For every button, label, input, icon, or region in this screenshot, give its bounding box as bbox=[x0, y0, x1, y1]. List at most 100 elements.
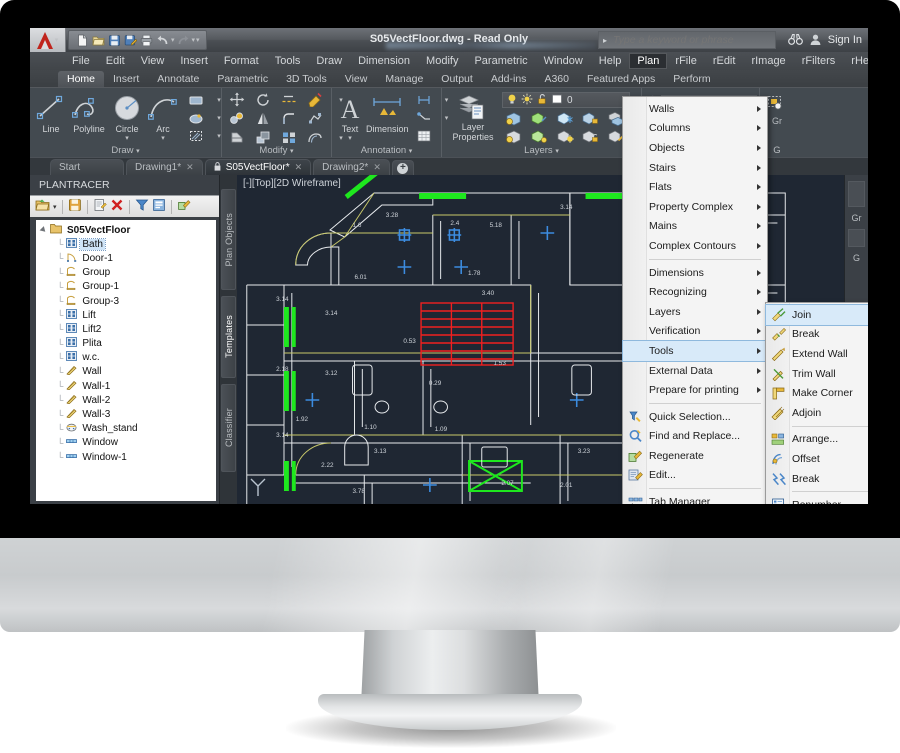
sun-icon[interactable] bbox=[521, 93, 533, 108]
layer-freeze-icon[interactable] bbox=[554, 110, 576, 127]
menu-dimension[interactable]: Dimension bbox=[350, 53, 418, 69]
scale-icon[interactable] bbox=[252, 129, 274, 146]
rotate-icon[interactable] bbox=[252, 91, 274, 108]
draw-panel-title[interactable]: Draw ▾ bbox=[30, 145, 221, 156]
application-menu-button[interactable]: ▾ bbox=[30, 28, 66, 52]
tree-item-lift2[interactable]: └ Lift2 bbox=[39, 322, 216, 336]
plan-menu-item-prepare-for-printing[interactable]: Prepare for printing bbox=[623, 380, 767, 400]
modify-panel-expand-icon[interactable]: ▾ bbox=[290, 148, 294, 155]
dimension-button[interactable]: Dimension bbox=[366, 91, 409, 145]
tools-menu-item-arrange[interactable]: Arrange... bbox=[766, 430, 868, 450]
tree-item-wall-3[interactable]: └ Wall-3 bbox=[39, 407, 216, 421]
side-tab-classifier[interactable]: Classifier bbox=[221, 383, 236, 472]
layer-isolate-icon[interactable] bbox=[528, 110, 550, 127]
tools-menu-item-make-corner[interactable]: Make Corner bbox=[766, 383, 868, 403]
open-folder-icon[interactable] bbox=[35, 198, 50, 215]
ribbon-tab-add-ins[interactable]: Add-ins bbox=[482, 71, 536, 87]
plan-menu-item-verification[interactable]: Verification bbox=[623, 322, 767, 342]
delete-icon[interactable] bbox=[110, 198, 124, 215]
new-item-icon[interactable] bbox=[93, 198, 107, 215]
plan-menu-item-find-and-replace[interactable]: Find and Replace... bbox=[623, 427, 767, 447]
ellipse-icon[interactable] bbox=[185, 109, 207, 126]
tree-item-door-1[interactable]: └ Door-1 bbox=[39, 251, 216, 265]
tree-item-wall[interactable]: └ Wall bbox=[39, 365, 216, 379]
search-box[interactable]: ▸ bbox=[598, 31, 776, 49]
menu-tools[interactable]: Tools bbox=[267, 53, 309, 69]
layer-on-icon[interactable] bbox=[502, 128, 524, 145]
ribbon-tab-annotate[interactable]: Annotate bbox=[148, 71, 208, 87]
tools-menu-item-break[interactable]: Break bbox=[766, 325, 868, 345]
menu-rhelp[interactable]: rHelp bbox=[843, 53, 868, 69]
document-tab-drawing2-[interactable]: Drawing2* ✕ bbox=[313, 159, 390, 175]
plan-menu-item-edit[interactable]: Edit... bbox=[623, 466, 767, 486]
text-dropdown-icon[interactable]: ▾ bbox=[348, 134, 352, 142]
plan-menu-item-objects[interactable]: Objects bbox=[623, 138, 767, 158]
plan-dropdown-menu[interactable]: Walls Columns Objects Stairs Flats Property C… bbox=[622, 96, 768, 504]
layer-lock-icon[interactable] bbox=[579, 110, 601, 127]
stretch-icon[interactable] bbox=[226, 129, 248, 146]
plan-menu-item-external-data[interactable]: External Data bbox=[623, 361, 767, 381]
line-button[interactable]: Line bbox=[34, 91, 68, 145]
menu-modify[interactable]: Modify bbox=[418, 53, 466, 69]
group-icon[interactable] bbox=[766, 94, 788, 114]
erase-icon[interactable] bbox=[304, 91, 326, 108]
modify-panel-title[interactable]: Modify ▾ bbox=[222, 145, 331, 156]
tools-menu-item-trim-wall[interactable]: Trim Wall bbox=[766, 364, 868, 384]
properties-icon[interactable] bbox=[152, 198, 166, 215]
ribbon-tab-insert[interactable]: Insert bbox=[104, 71, 148, 87]
hatch-icon[interactable] bbox=[185, 127, 207, 144]
tree-item-wall-2[interactable]: └ Wall-2 bbox=[39, 393, 216, 407]
ribbon-tab-view[interactable]: View bbox=[336, 71, 377, 87]
tools-menu-item-extend-wall[interactable]: Extend Wall bbox=[766, 344, 868, 364]
close-tab-icon[interactable]: ✕ bbox=[295, 162, 303, 173]
binoculars-icon[interactable] bbox=[787, 32, 803, 47]
document-tab-drawing1-[interactable]: Drawing1* ✕ bbox=[126, 159, 203, 175]
annotation-panel-expand-icon[interactable]: ▾ bbox=[409, 148, 413, 155]
dock-panel-box-2[interactable] bbox=[848, 229, 865, 247]
offset-icon[interactable] bbox=[304, 129, 326, 146]
tools-menu-item-join[interactable]: Join bbox=[765, 304, 868, 326]
trim-icon[interactable] bbox=[278, 91, 300, 108]
tree-item-lift[interactable]: └ Lift bbox=[39, 308, 216, 322]
menu-format[interactable]: Format bbox=[216, 53, 267, 69]
search-input[interactable] bbox=[611, 33, 761, 47]
menu-edit[interactable]: Edit bbox=[98, 53, 133, 69]
plan-menu-item-tools[interactable]: Tools bbox=[622, 340, 768, 362]
ribbon-tab-parametric[interactable]: Parametric bbox=[208, 71, 277, 87]
ribbon-tab-manage[interactable]: Manage bbox=[376, 71, 432, 87]
side-tab-plan-objects[interactable]: Plan Objects bbox=[221, 189, 236, 291]
arc-dropdown-icon[interactable]: ▾ bbox=[161, 134, 165, 142]
filter-icon[interactable] bbox=[135, 198, 149, 215]
menu-help[interactable]: Help bbox=[591, 53, 630, 69]
menu-rfile[interactable]: rFile bbox=[667, 53, 704, 69]
layer-thaw-icon[interactable] bbox=[554, 128, 576, 145]
save-icon[interactable] bbox=[68, 198, 82, 215]
menu-redit[interactable]: rEdit bbox=[705, 53, 744, 69]
side-tab-templates[interactable]: Templates bbox=[221, 296, 236, 378]
tree-root-node[interactable]: S05VectFloor bbox=[39, 223, 216, 237]
leader-icon[interactable] bbox=[413, 109, 435, 126]
user-account-icon[interactable] bbox=[808, 32, 823, 47]
plan-menu-item-stairs[interactable]: Stairs bbox=[623, 158, 767, 178]
menu-rfilters[interactable]: rFilters bbox=[794, 53, 844, 69]
tools-submenu[interactable]: Join Break Extend Wall Trim Wall Make Corner… bbox=[765, 302, 868, 504]
tools-menu-item-break[interactable]: Break bbox=[766, 469, 868, 489]
plan-menu-item-tab-manager[interactable]: Tab Manager bbox=[623, 492, 767, 504]
menu-plan[interactable]: Plan bbox=[629, 53, 668, 69]
unlock-icon[interactable] bbox=[536, 93, 548, 108]
layer-properties-button[interactable]: Layer Properties bbox=[446, 91, 500, 145]
layers-panel-expand-icon[interactable]: ▾ bbox=[555, 148, 559, 155]
tree-item-group[interactable]: └ Group bbox=[39, 266, 216, 280]
menu-view[interactable]: View bbox=[133, 53, 173, 69]
polyline-button[interactable]: Polyline bbox=[70, 91, 108, 145]
layer-off-icon[interactable] bbox=[502, 110, 524, 127]
layers-panel-title[interactable]: Layers ▾ bbox=[442, 145, 641, 156]
color-swatch-icon[interactable] bbox=[551, 93, 564, 108]
document-tab-start[interactable]: Start bbox=[50, 159, 124, 175]
tree-item-bath[interactable]: └ Bath bbox=[39, 237, 216, 251]
lightbulb-icon[interactable] bbox=[506, 93, 518, 108]
new-icon[interactable] bbox=[75, 33, 90, 48]
redo-dropdown-icon[interactable]: ▾ bbox=[192, 36, 196, 44]
close-tab-icon[interactable]: ✕ bbox=[186, 162, 194, 173]
arc-button[interactable]: Arc ▾ bbox=[146, 91, 180, 145]
